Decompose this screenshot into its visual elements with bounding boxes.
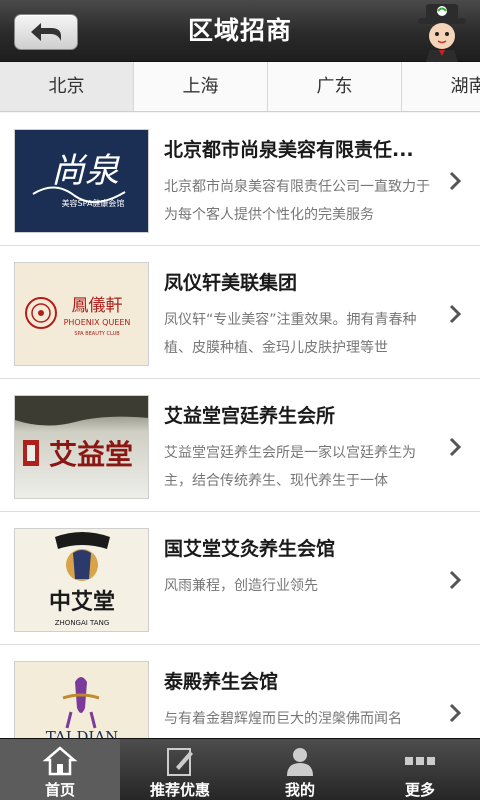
svg-text:ZHONGAI TANG: ZHONGAI TANG (55, 619, 110, 627)
aiyitang-logo-image: 艾益堂 (15, 396, 148, 471)
list-item[interactable]: 尚泉 美容SPA健康会馆 北京都市尚泉美容有限责任... 北京都市尚泉美容有限责… (0, 113, 480, 246)
nav-home[interactable]: 首页 (0, 739, 120, 800)
merchant-description: 艾益堂宫廷养生会所是一家以宫廷养生为主，结合传统养生、现代养生于一体 (164, 445, 416, 489)
page-title: 区域招商 (187, 16, 292, 45)
merchant-logo: 中艾堂 ZHONGAI TANG (14, 528, 149, 632)
nav-recommend-label: 推荐优惠 (149, 781, 210, 799)
edit-icon (167, 748, 193, 776)
nav-mine-label: 我的 (284, 781, 315, 799)
svg-text:艾益堂: 艾益堂 (49, 438, 133, 471)
mascot-icon[interactable] (412, 2, 472, 62)
list-item[interactable]: 鳳儀軒 PHOENIX QUEEN SPA BEAUTY CLUB 凤仪轩美联集… (0, 246, 480, 379)
chevron-right-icon (449, 437, 462, 457)
svg-text:尚泉: 尚泉 (51, 151, 120, 191)
merchant-description: 风雨兼程，创造行业领先 (164, 578, 318, 594)
merchant-description: 凤仪轩“专业美容”注重效果。拥有青春种植、皮膜种植、金玛儿皮肤护理等世 (164, 312, 417, 356)
tab-hunan[interactable]: 湖南 (402, 62, 480, 111)
shangquan-logo-image: 尚泉 美容SPA健康会馆 (32, 151, 126, 208)
nav-recommend[interactable]: 推荐优惠 (120, 739, 240, 800)
merchant-description: 北京都市尚泉美容有限责任公司一直致力于为每个客人提供个性化的完美服务 (164, 179, 430, 223)
chevron-right-icon (449, 304, 462, 324)
svg-text:鳳儀軒: 鳳儀軒 (72, 296, 123, 316)
bottom-nav: 首页 推荐优惠 我的 更多 (0, 738, 480, 800)
nav-more[interactable]: 更多 (360, 739, 480, 800)
tab-beijing[interactable]: 北京 (0, 62, 134, 111)
more-icon (405, 757, 435, 765)
chevron-right-icon (449, 171, 462, 191)
header-bar: 区域招商 (0, 0, 480, 62)
list-item[interactable]: 艾益堂 艾益堂宫廷养生会所 艾益堂宫廷养生会所是一家以宫廷养生为主，结合传统养生… (0, 379, 480, 512)
chevron-right-icon (449, 703, 462, 723)
tab-guangdong[interactable]: 广东 (268, 62, 402, 111)
merchant-title: 凤仪轩美联集团 (164, 272, 298, 294)
merchant-logo: 鳳儀軒 PHOENIX QUEEN SPA BEAUTY CLUB (14, 262, 149, 366)
merchant-logo: 艾益堂 (14, 395, 149, 499)
nav-mine[interactable]: 我的 (240, 739, 360, 800)
list-item[interactable]: 中艾堂 ZHONGAI TANG 国艾堂艾灸养生会馆 风雨兼程，创造行业领先 (0, 512, 480, 645)
nav-home-label: 首页 (44, 781, 75, 799)
zhongaitang-logo-image: 中艾堂 ZHONGAI TANG (49, 532, 115, 627)
merchant-title: 北京都市尚泉美容有限责任... (164, 139, 414, 161)
svg-text:中艾堂: 中艾堂 (49, 589, 115, 615)
phoenix-queen-logo-image: 鳳儀軒 PHOENIX QUEEN SPA BEAUTY CLUB (25, 296, 131, 337)
home-icon (42, 746, 78, 776)
svg-text:SPA BEAUTY CLUB: SPA BEAUTY CLUB (74, 331, 120, 337)
merchant-logo: 尚泉 美容SPA健康会馆 (14, 129, 149, 233)
tab-shanghai[interactable]: 上海 (134, 62, 268, 111)
region-tabs: 北京 上海 广东 湖南 (0, 62, 480, 112)
merchant-title: 泰殿养生会馆 (164, 671, 279, 693)
merchant-title: 国艾堂艾灸养生会馆 (164, 538, 336, 560)
merchant-title: 艾益堂宫廷养生会所 (164, 405, 336, 427)
nav-more-label: 更多 (404, 781, 435, 799)
svg-text:美容SPA健康会馆: 美容SPA健康会馆 (62, 198, 125, 208)
chevron-right-icon (449, 570, 462, 590)
user-icon (287, 748, 313, 776)
svg-text:PHOENIX QUEEN: PHOENIX QUEEN (64, 318, 131, 327)
